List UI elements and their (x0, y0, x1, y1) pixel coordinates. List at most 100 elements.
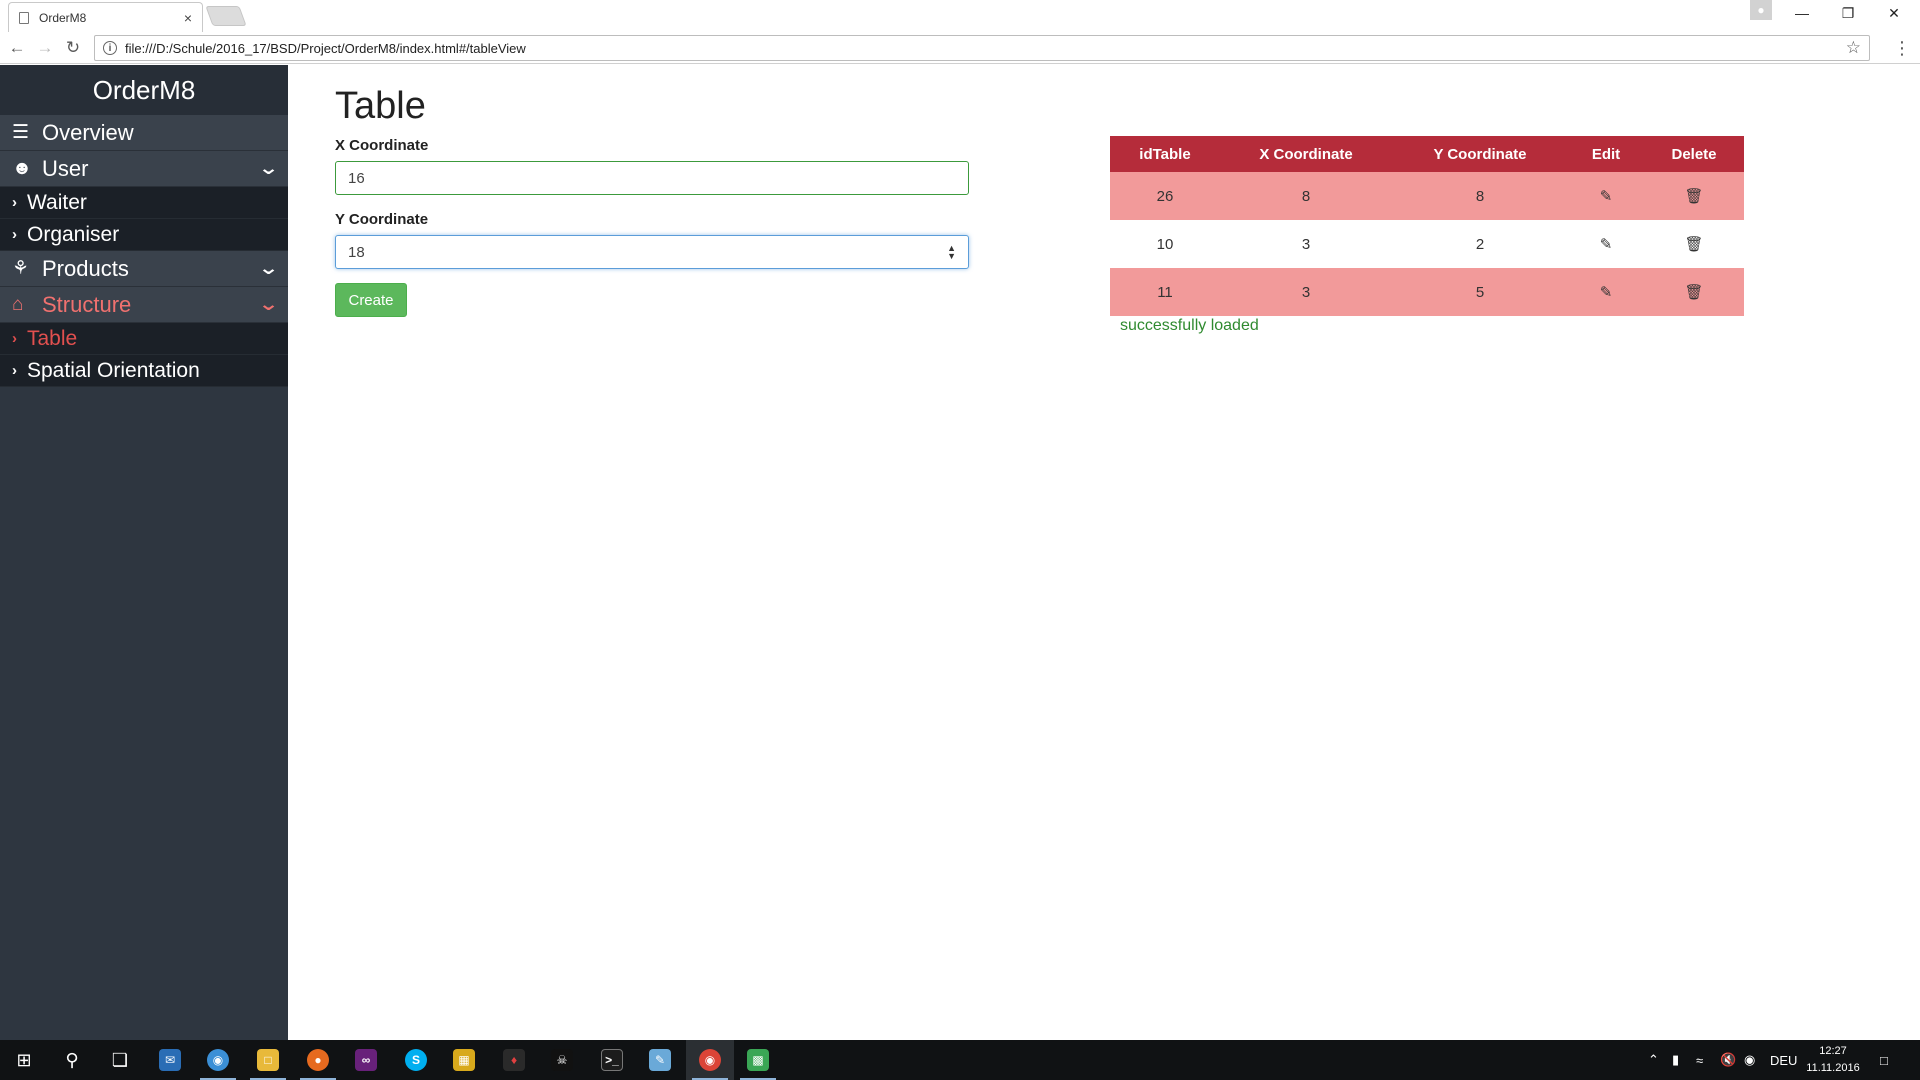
sidebar-item-label: Table (27, 326, 78, 350)
skull-app-icon[interactable]: ☠ (538, 1040, 586, 1080)
x-coordinate-value: 16 (348, 169, 365, 187)
sidebar-item-label: Overview (42, 119, 134, 145)
chevron-down-icon: ⌄ (257, 258, 280, 278)
chevron-right-icon: › (12, 330, 17, 347)
minimize-icon[interactable]: — (1780, 0, 1824, 26)
sidebar-item-label: Waiter (27, 190, 87, 214)
clock-time: 12:27 (1819, 1045, 1847, 1057)
column-header: Edit (1568, 136, 1644, 172)
chevron-down-icon: ⌄ (257, 158, 280, 178)
home-icon: ⌂ (12, 293, 24, 315)
x-coordinate-input[interactable]: 16 (335, 161, 969, 195)
chevron-right-icon: › (12, 194, 17, 211)
battery-icon[interactable]: ▮ (1672, 1040, 1679, 1080)
browser-menu-icon[interactable]: ⋮ (1890, 36, 1914, 60)
column-header: Delete (1644, 136, 1744, 172)
sidebar-item-label: Spatial Orientation (27, 358, 200, 382)
pencil-icon[interactable]: ✎ (1568, 268, 1644, 316)
cell-y: 5 (1392, 268, 1568, 316)
trash-icon[interactable]: 🗑 (1644, 268, 1744, 316)
status-message: successfully loaded (1120, 317, 1259, 334)
skype-icon[interactable]: S (392, 1040, 440, 1080)
clock-date: 11.11.2016 (1806, 1062, 1860, 1074)
back-icon[interactable]: ← (5, 36, 29, 60)
chromium-icon[interactable]: ◉ (194, 1040, 242, 1080)
sidebar-item-label: Products (42, 255, 129, 281)
tab-title: OrderM8 (39, 10, 87, 25)
sidebar-item-products[interactable]: ⚘ Products ⌄ (0, 251, 288, 287)
trash-icon[interactable]: 🗑 (1644, 220, 1744, 268)
sidebar-item-spatial-orientation[interactable]: › Spatial Orientation (0, 355, 288, 387)
sidebar-item-structure[interactable]: ⌂ Structure ⌄ (0, 287, 288, 323)
system-clock[interactable]: 12:27 11.11.2016 (1802, 1043, 1864, 1077)
sidebar-item-label: User (42, 155, 89, 181)
x-coordinate-label: X Coordinate (335, 137, 429, 154)
main-content: Table X Coordinate 16 Y Coordinate 18 ▲ ▼… (288, 65, 1920, 1040)
pencil-icon[interactable]: ✎ (1568, 172, 1644, 220)
list-icon: ☰ (12, 122, 30, 143)
sidebar-item-overview[interactable]: ☰ Overview (0, 115, 288, 151)
terminal-icon[interactable]: >_ (588, 1040, 636, 1080)
tab-close-icon[interactable]: × (184, 10, 192, 26)
cell-id: 26 (1110, 172, 1220, 220)
info-icon[interactable]: i (103, 41, 117, 55)
sidebar-item-user[interactable]: ☻ User ⌄ (0, 151, 288, 187)
forward-icon[interactable]: → (33, 36, 57, 60)
thunderbird-icon[interactable]: ✉ (146, 1040, 194, 1080)
sidebar-item-waiter[interactable]: › Waiter (0, 187, 288, 219)
table-header-row: idTable X Coordinate Y Coordinate Edit D… (1110, 136, 1744, 172)
table-row: 11 3 5 ✎ 🗑 (1110, 268, 1744, 316)
chevron-down-icon: ⌄ (257, 294, 280, 314)
visual-studio-icon[interactable]: ∞ (342, 1040, 390, 1080)
reload-icon[interactable]: ↻ (61, 36, 85, 60)
notifications-icon[interactable]: □ (1880, 1040, 1888, 1080)
cell-x: 8 (1220, 172, 1392, 220)
cell-id: 11 (1110, 268, 1220, 316)
task-view-icon[interactable]: ❏ (96, 1040, 144, 1080)
chrome-icon[interactable]: ◉ (686, 1040, 734, 1080)
store-icon[interactable]: ▦ (440, 1040, 488, 1080)
notepad-icon[interactable]: ✎ (636, 1040, 684, 1080)
close-window-icon[interactable]: ✕ (1872, 0, 1916, 26)
search-icon[interactable]: ⚲ (48, 1040, 96, 1080)
cell-x: 3 (1220, 220, 1392, 268)
windows-start-icon[interactable]: ⊞ (0, 1040, 48, 1080)
bookmark-star-icon[interactable]: ☆ (1846, 38, 1861, 58)
cell-id: 10 (1110, 220, 1220, 268)
firefox-icon[interactable]: ● (294, 1040, 342, 1080)
address-bar[interactable]: i file:///D:/Schule/2016_17/BSD/Project/… (94, 35, 1870, 61)
tables-table: idTable X Coordinate Y Coordinate Edit D… (1110, 136, 1744, 316)
url-text[interactable]: file:///D:/Schule/2016_17/BSD/Project/Or… (125, 41, 1846, 56)
browser-tab[interactable]: OrderM8 × (8, 2, 203, 32)
file-explorer-icon[interactable]: □ (244, 1040, 292, 1080)
cutlery-icon: ⚘ (12, 258, 30, 279)
game-icon[interactable]: ♦ (490, 1040, 538, 1080)
column-header[interactable]: X Coordinate (1220, 136, 1392, 172)
restore-icon[interactable]: ❐ (1826, 0, 1870, 26)
column-header[interactable]: Y Coordinate (1392, 136, 1568, 172)
page-title: Table (335, 85, 426, 127)
pencil-icon[interactable]: ✎ (1568, 220, 1644, 268)
cell-y: 2 (1392, 220, 1568, 268)
volume-muted-icon[interactable]: 🔇 (1720, 1040, 1736, 1080)
new-tab-button[interactable] (205, 6, 247, 26)
cell-y: 8 (1392, 172, 1568, 220)
column-header[interactable]: idTable (1110, 136, 1220, 172)
language-indicator[interactable]: DEU (1770, 1040, 1797, 1080)
number-spinner-icon[interactable]: ▲ ▼ (947, 244, 956, 261)
create-button[interactable]: Create (335, 283, 407, 317)
tray-chevron-up-icon[interactable]: ⌃ (1648, 1040, 1659, 1080)
steam-icon[interactable]: ◉ (1744, 1040, 1755, 1080)
profile-icon[interactable]: ● (1750, 0, 1772, 20)
y-coordinate-input[interactable]: 18 ▲ ▼ (335, 235, 969, 269)
brand-title[interactable]: OrderM8 (0, 65, 288, 115)
taskbar: ⊞ ⚲ ❏ ✉ ◉ □ ● ∞ S ▦ ♦ ☠ >_ ✎ ◉ ▩ ⌃ ▮ ≈ 🔇… (0, 1040, 1920, 1080)
y-coordinate-label: Y Coordinate (335, 211, 429, 228)
sidebar-item-table[interactable]: › Table (0, 323, 288, 355)
wifi-icon[interactable]: ≈ (1696, 1040, 1703, 1080)
sidebar-item-organiser[interactable]: › Organiser (0, 219, 288, 251)
trash-icon[interactable]: 🗑 (1644, 172, 1744, 220)
whiteboard-icon[interactable]: ▩ (734, 1040, 782, 1080)
sidebar-item-label: Organiser (27, 222, 120, 246)
browser-tabstrip: OrderM8 × ● — ❐ ✕ (0, 0, 1920, 32)
